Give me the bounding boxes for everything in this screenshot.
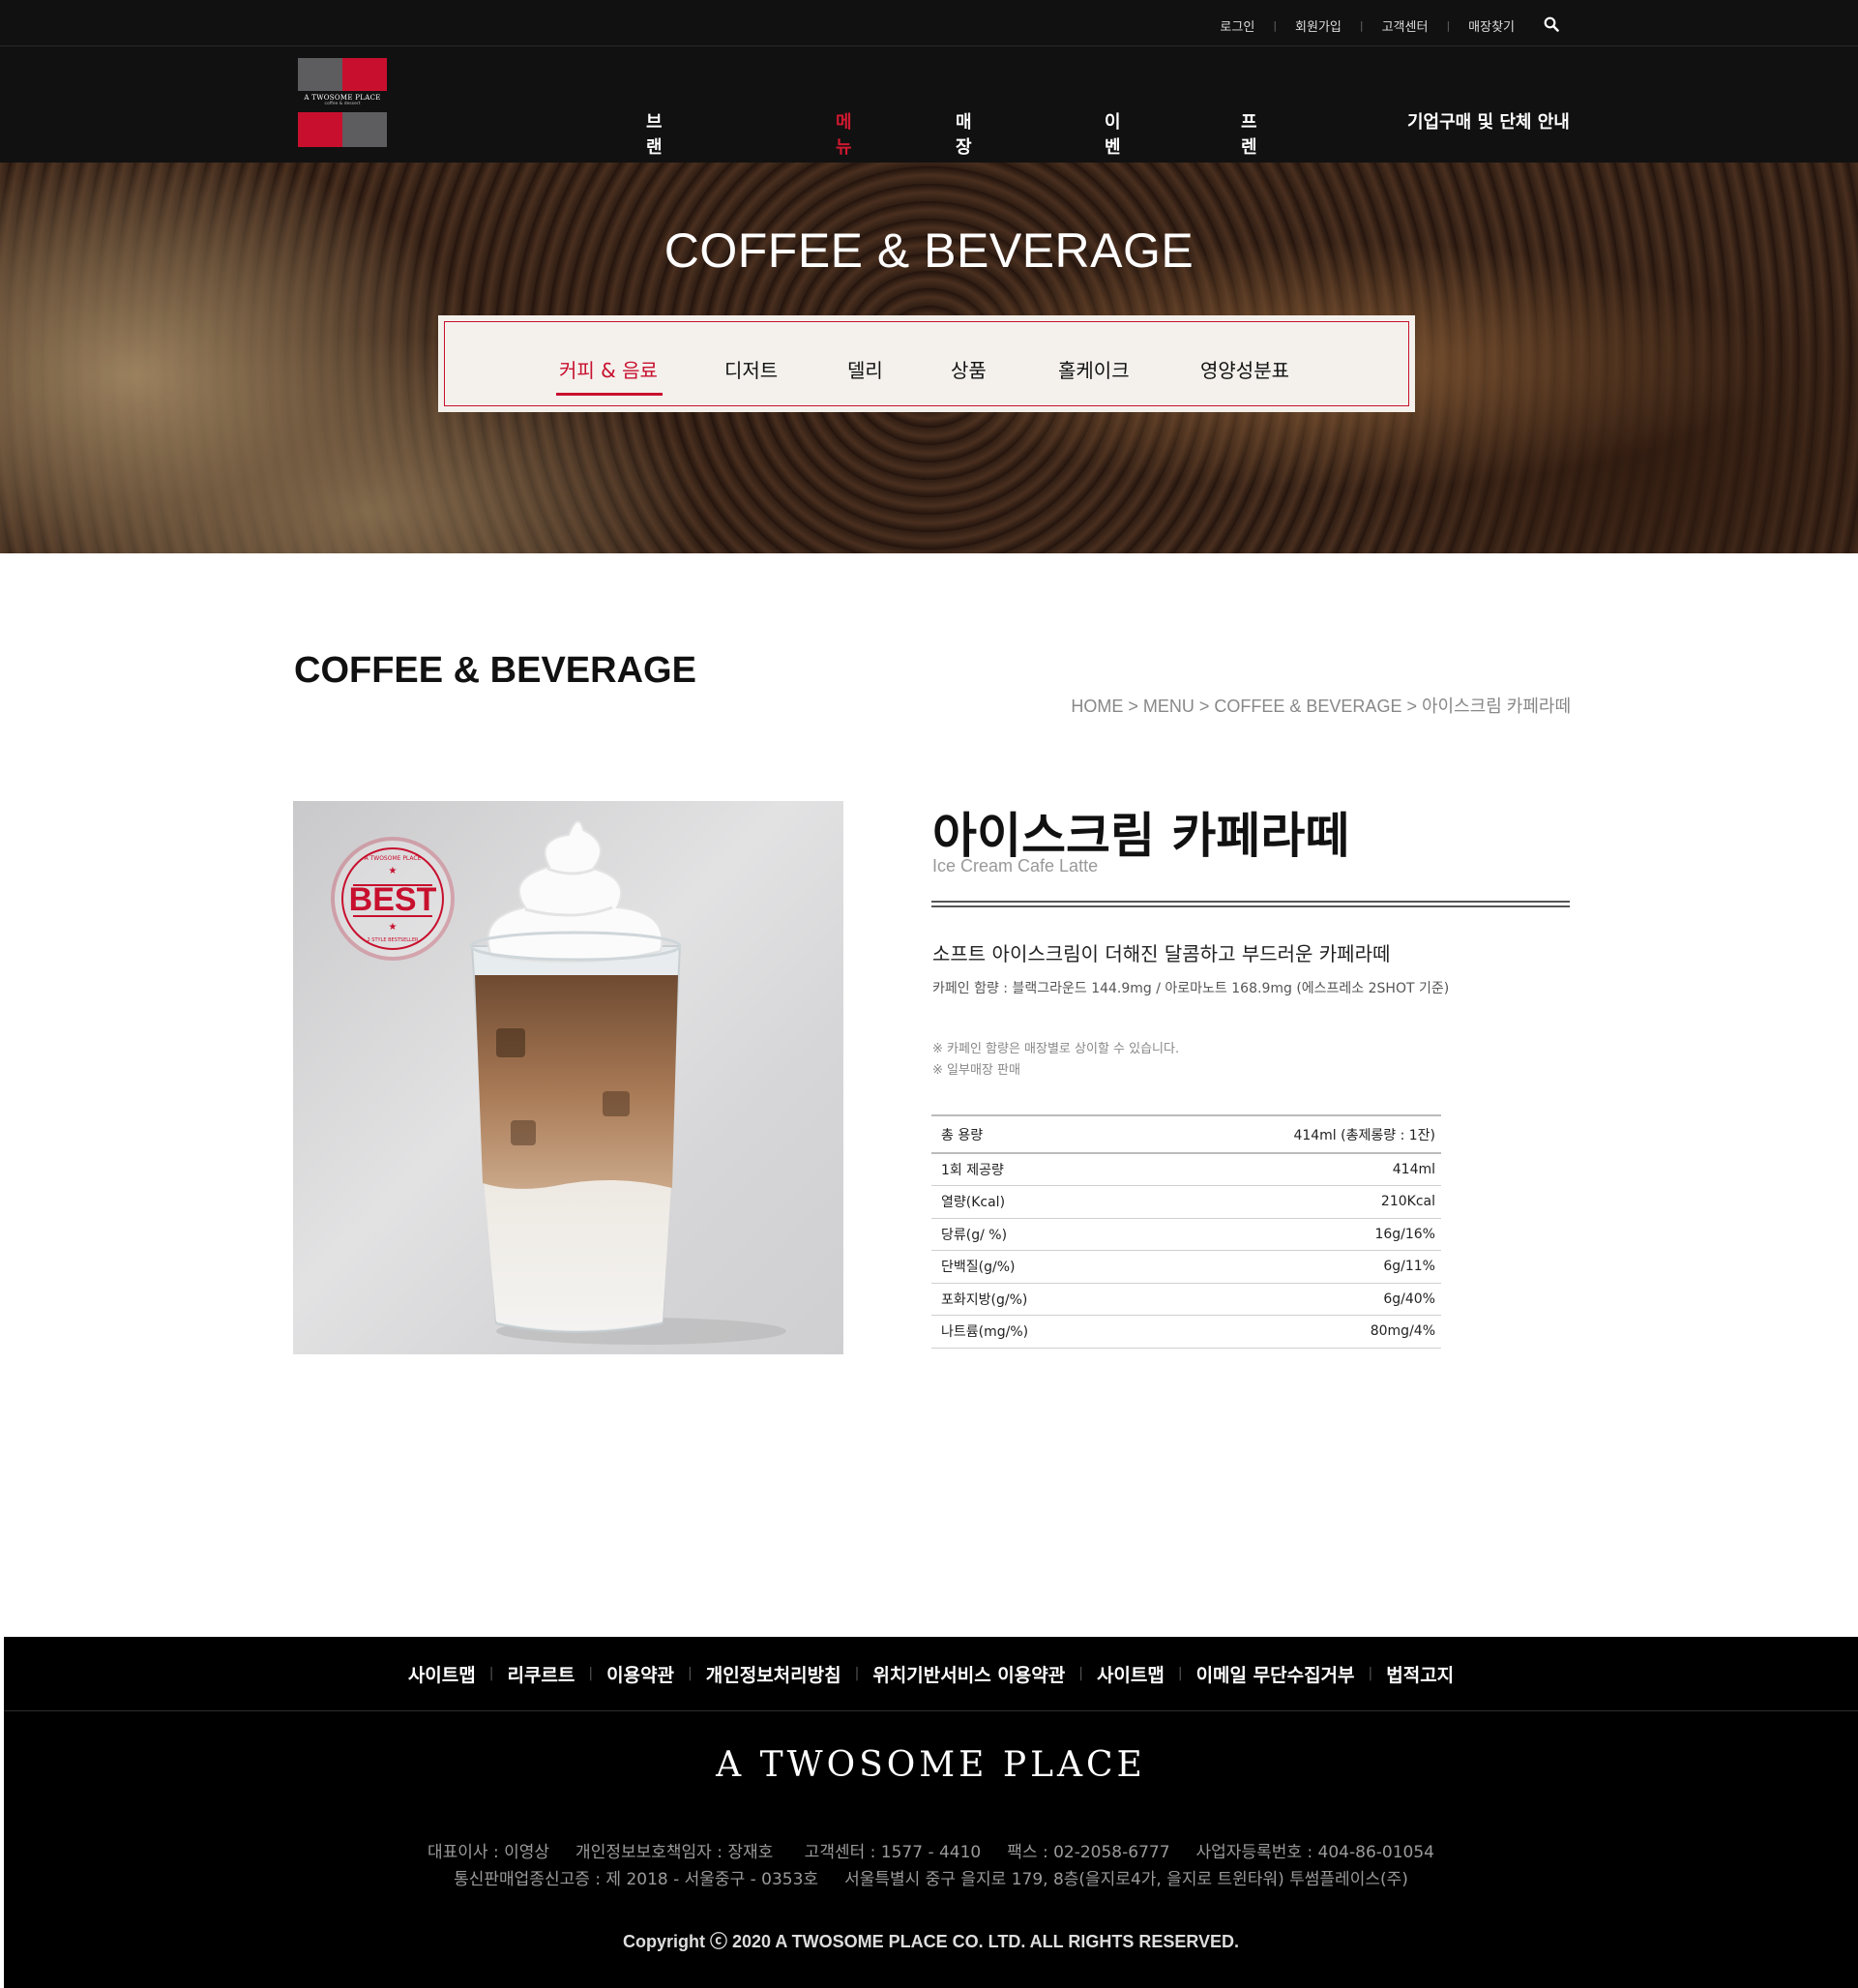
title-divider xyxy=(931,901,1570,907)
product-image: A TWOSOME PLACE ★ BEST ★ 2 STYLE BESTSEL… xyxy=(293,801,843,1354)
gnb-item-menu[interactable]: 메뉴 xyxy=(836,108,852,159)
footer-company-info: 대표이사 : 이영상 개인정보보호책임자 : 장재호 고객센터 : 1577 -… xyxy=(4,1839,1858,1893)
subnav-frame: 커피 & 음료 디저트 델리 상품 홀케이크 영양성분표 xyxy=(444,321,1409,406)
nutri-label: 당류(g/ %) xyxy=(941,1227,1008,1243)
customer-center-link[interactable]: 고객센터 xyxy=(1382,16,1429,35)
brand-logo[interactable]: A TWOSOME PLACE coffee & dessert xyxy=(298,58,387,147)
footer-separator: | xyxy=(1078,1666,1083,1681)
footer-separator: | xyxy=(588,1666,594,1681)
nutri-label: 1회 제공량 xyxy=(941,1163,1004,1178)
product-notes: ※ 카페인 함량은 매장별로 상이할 수 있습니다. ※ 일부매장 판매 xyxy=(932,1039,1179,1082)
table-row: 1회 제공량 414ml xyxy=(931,1153,1441,1186)
footer-separator: | xyxy=(854,1666,860,1681)
footer-link-sitemap-2[interactable]: 사이트맵 xyxy=(1097,1661,1165,1687)
footer-separator: | xyxy=(688,1666,693,1681)
product-illustration: A TWOSOME PLACE ★ BEST ★ 2 STYLE BESTSEL… xyxy=(331,820,786,1345)
utility-nav: 로그인 | 회원가입 | 고객센터 | 매장찾기 xyxy=(1220,16,1559,35)
caffeine-info: 카페인 함량 : 블랙그라운드 144.9mg / 아로마노트 168.9mg … xyxy=(932,981,1450,996)
nutri-value: 6g/40% xyxy=(1383,1291,1435,1307)
nutri-value: 80mg/4% xyxy=(1370,1323,1435,1340)
nutri-label: 단백질(g/%) xyxy=(941,1260,1016,1276)
footer-separator: | xyxy=(1177,1666,1183,1681)
signup-link[interactable]: 회원가입 xyxy=(1295,16,1342,35)
nutri-value: 6g/11% xyxy=(1383,1259,1435,1275)
table-row: 포화지방(g/%) 6g/40% xyxy=(931,1283,1441,1316)
search-icon[interactable] xyxy=(1544,16,1559,32)
nutri-label: 총 용량 xyxy=(941,1127,984,1143)
badge-ring-top: A TWOSOME PLACE xyxy=(365,855,422,862)
gnb-item-corporate[interactable]: 기업구매 및 단체 안내 xyxy=(1407,108,1570,134)
logo-text: A TWOSOME PLACE xyxy=(304,94,381,102)
tab-deli[interactable]: 델리 xyxy=(847,355,883,383)
footer-link-sitemap[interactable]: 사이트맵 xyxy=(408,1661,476,1687)
footer-info-line: 대표이사 : 이영상 개인정보보호책임자 : 장재호 고객센터 : 1577 -… xyxy=(428,1843,1434,1862)
footer-links: 사이트맵 | 리쿠르트 | 이용약관 | 개인정보처리방침 | 위치기반서비스 … xyxy=(4,1637,1858,1711)
footer-link-terms[interactable]: 이용약관 xyxy=(606,1661,674,1687)
tab-goods[interactable]: 상품 xyxy=(951,355,987,383)
main-header: A TWOSOME PLACE coffee & dessert 브랜드 스토리… xyxy=(0,46,1858,258)
table-row: 나트륨(mg/%) 80mg/4% xyxy=(931,1316,1441,1348)
nutri-label: 나트륨(mg/%) xyxy=(941,1324,1029,1341)
table-row: 총 용량 414ml (총제롱량 : 1잔) xyxy=(931,1115,1441,1153)
tab-dessert[interactable]: 디저트 xyxy=(724,355,778,383)
table-row: 당류(g/ %) 16g/16% xyxy=(931,1218,1441,1251)
note-item: ※ 카페인 함량은 매장별로 상이할 수 있습니다. xyxy=(932,1042,1180,1056)
logo-band: A TWOSOME PLACE coffee & dessert xyxy=(298,91,387,112)
logo-subtext: coffee & dessert xyxy=(324,102,361,106)
footer-link-privacy[interactable]: 개인정보처리방침 xyxy=(706,1661,841,1687)
nutri-value: 210Kcal xyxy=(1380,1194,1435,1210)
footer-link-legal[interactable]: 법적고지 xyxy=(1386,1661,1454,1687)
tab-nutrition[interactable]: 영양성분표 xyxy=(1200,355,1289,383)
category-subnav: 커피 & 음료 디저트 델리 상품 홀케이크 영양성분표 xyxy=(438,315,1415,412)
product-description: 소프트 아이스크림이 더해진 달콤하고 부드러운 카페라떼 xyxy=(932,942,1391,965)
note-item: ※ 일부매장 판매 xyxy=(932,1063,1020,1078)
footer-separator: | xyxy=(488,1666,494,1681)
badge-ring-bottom: 2 STYLE BESTSELLER xyxy=(368,937,419,943)
footer-link-location-terms[interactable]: 위치기반서비스 이용약관 xyxy=(872,1661,1065,1687)
nutri-value: 414ml (총제롱량 : 1잔) xyxy=(1293,1127,1435,1143)
nutri-label: 포화지방(g/%) xyxy=(941,1291,1028,1308)
page-title: COFFEE & BEVERAGE xyxy=(294,650,696,691)
top-utility-bar: 로그인 | 회원가입 | 고객센터 | 매장찾기 xyxy=(0,0,1858,46)
product-name-en: Ice Cream Cafe Latte xyxy=(932,856,1099,875)
footer-link-recruit[interactable]: 리쿠르트 xyxy=(507,1661,575,1687)
footer-separator: | xyxy=(1368,1666,1373,1681)
nutrition-table: 총 용량 414ml (총제롱량 : 1잔) 1회 제공량 414ml 열량(Kca… xyxy=(931,1114,1441,1349)
copyright: Copyright ⓒ 2020 A TWOSOME PLACE CO. LTD… xyxy=(622,1932,1240,1951)
svg-text:★: ★ xyxy=(389,866,398,876)
hero-banner: COFFEE & BEVERAGE 커피 & 음료 디저트 델리 상품 홀케이크… xyxy=(0,163,1858,553)
util-separator: | xyxy=(1359,19,1364,32)
svg-text:★: ★ xyxy=(389,922,398,933)
nutri-label: 열량(Kcal) xyxy=(941,1195,1006,1211)
hero-title: COFFEE & BEVERAGE xyxy=(664,223,1194,278)
site-footer: 사이트맵 | 리쿠르트 | 이용약관 | 개인정보처리방침 | 위치기반서비스 … xyxy=(4,1637,1858,1988)
login-link[interactable]: 로그인 xyxy=(1220,16,1254,35)
breadcrumb: HOME > MENU > COFFEE & BEVERAGE > 아이스크림 … xyxy=(1071,697,1571,716)
store-finder-link[interactable]: 매장찾기 xyxy=(1468,16,1515,35)
footer-info-line: 통신판매업종신고증 : 제 2018 - 서울중구 - 0353호 서울특별시 … xyxy=(454,1870,1408,1889)
tab-coffee-beverage[interactable]: 커피 & 음료 xyxy=(556,355,663,396)
nutri-value: 16g/16% xyxy=(1374,1226,1435,1242)
tab-whole-cake[interactable]: 홀케이크 xyxy=(1058,355,1130,383)
best-badge-icon: A TWOSOME PLACE ★ BEST ★ 2 STYLE BESTSEL… xyxy=(331,837,455,961)
table-row: 단백질(g/%) 6g/11% xyxy=(931,1251,1441,1283)
table-row: 열량(Kcal) 210Kcal xyxy=(931,1186,1441,1218)
footer-brand-logo: A TWOSOME PLACE xyxy=(716,1745,1146,1785)
nutri-value: 414ml xyxy=(1392,1162,1435,1177)
util-separator: | xyxy=(1446,19,1451,32)
footer-link-email-refusal[interactable]: 이메일 무단수집거부 xyxy=(1196,1661,1355,1687)
util-separator: | xyxy=(1273,19,1278,32)
badge-text: BEST xyxy=(349,881,437,918)
